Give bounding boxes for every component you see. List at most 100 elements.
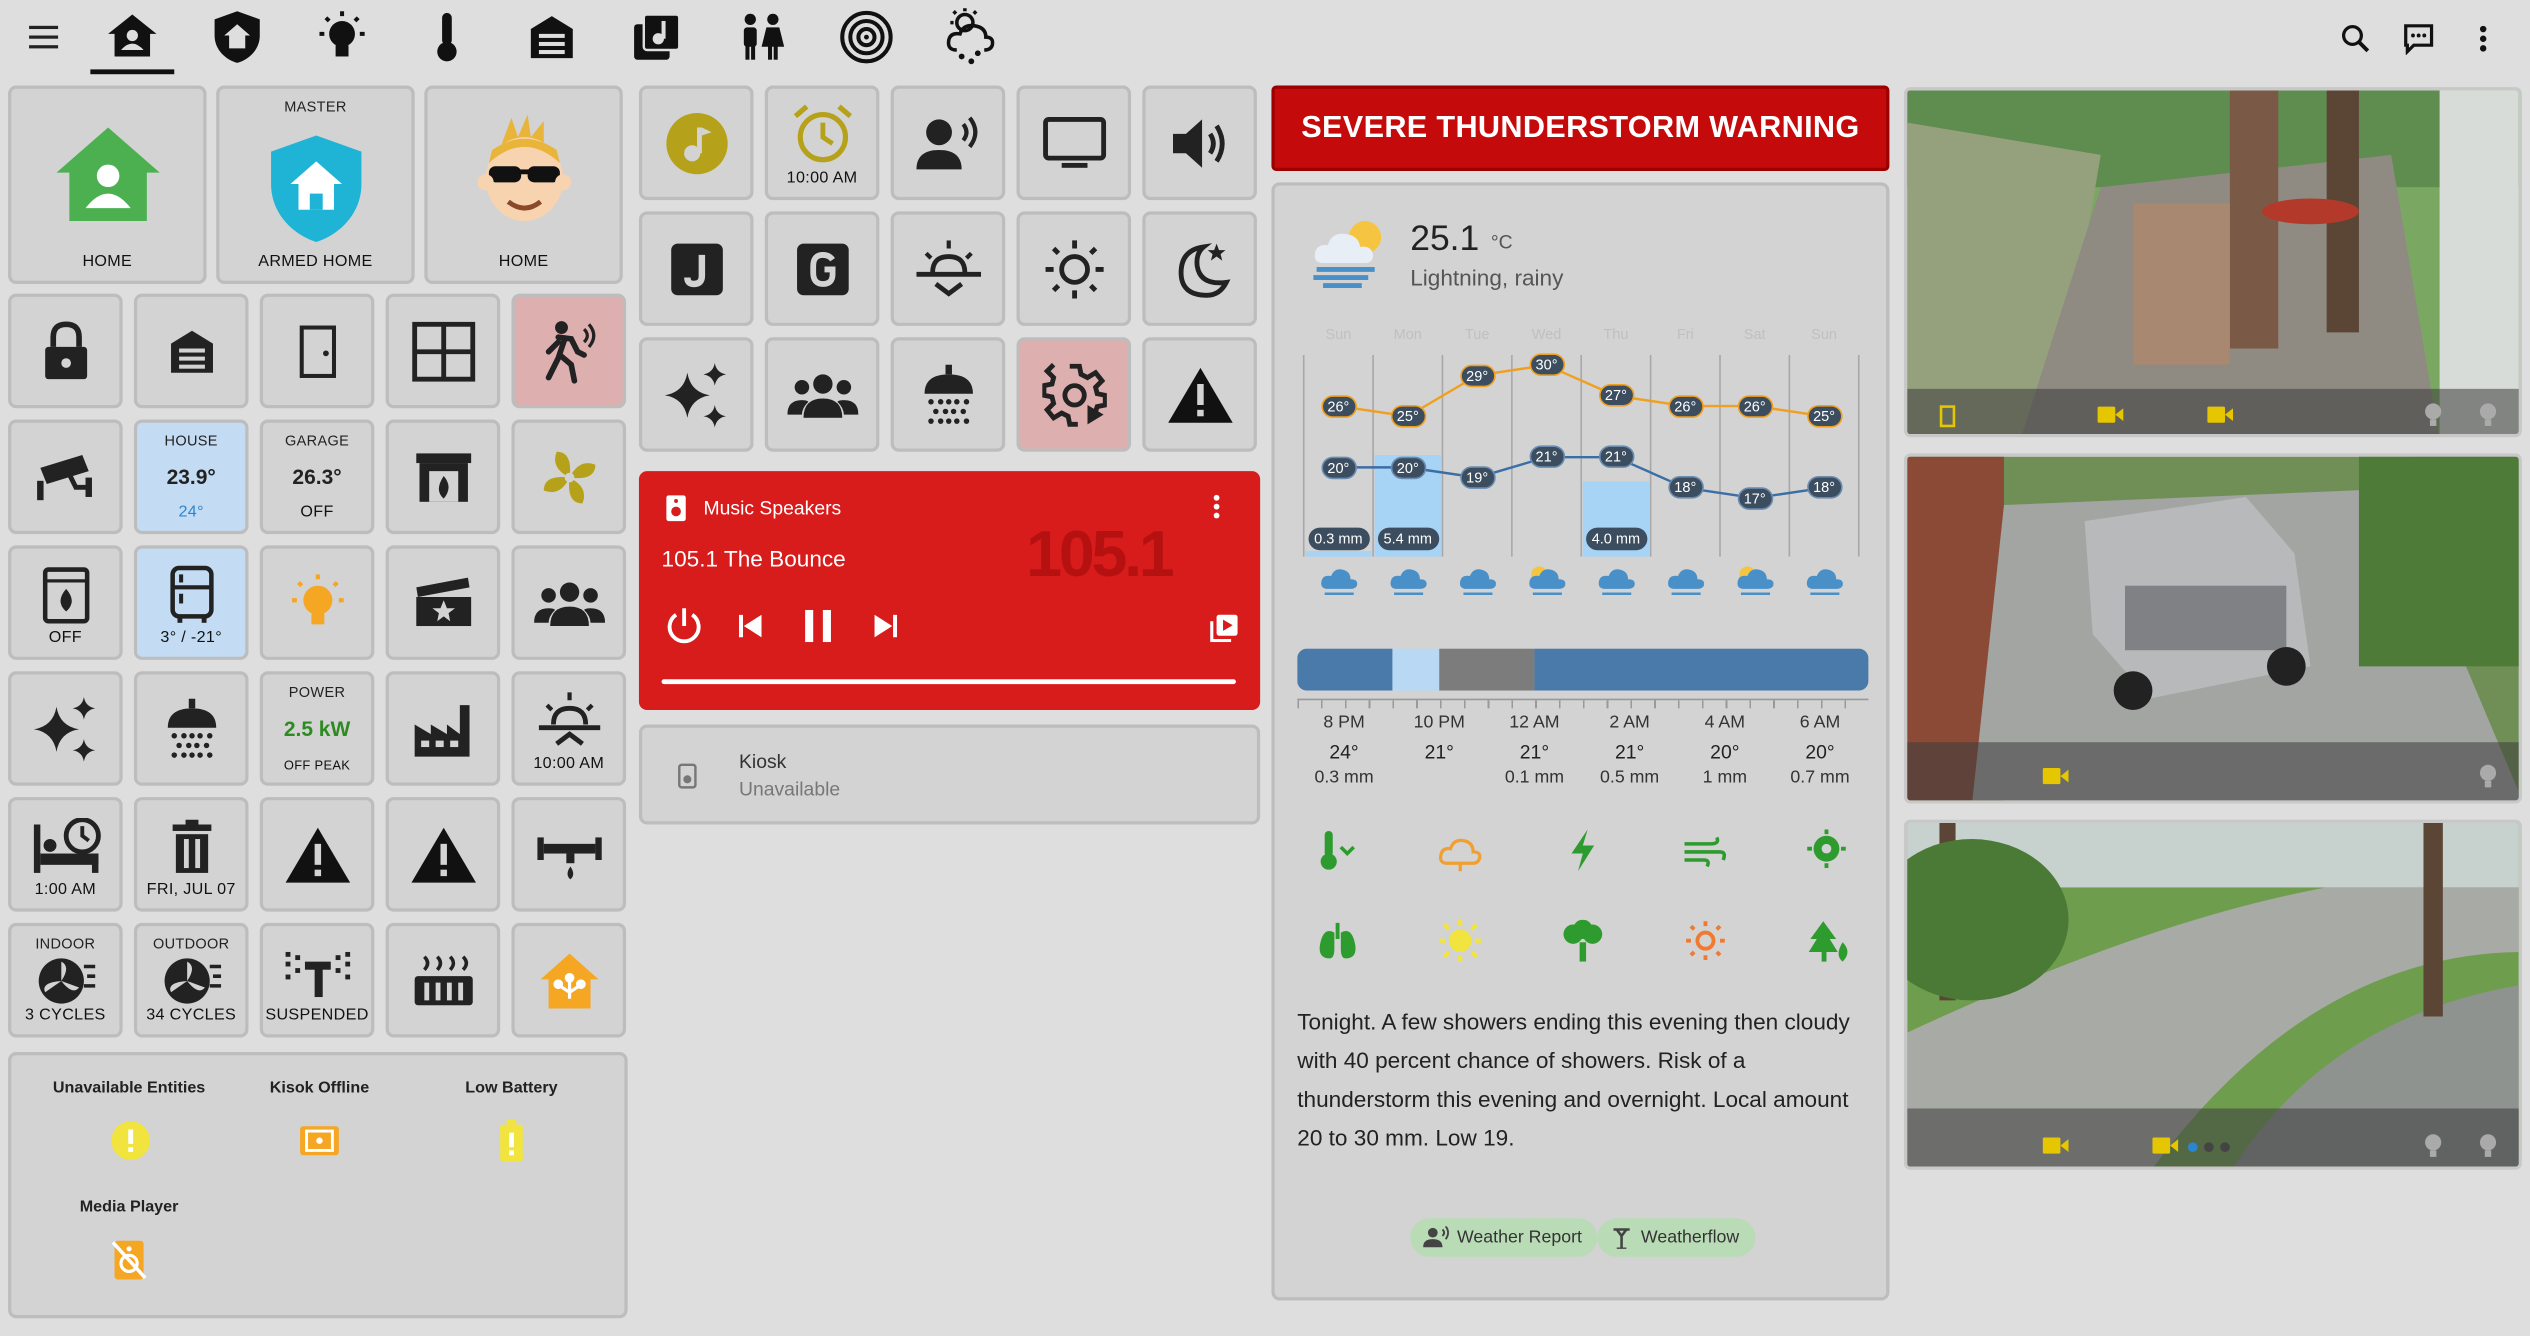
lightbulb-icon[interactable] (2478, 763, 2497, 789)
house-thermostat-tile[interactable]: HOUSE 23.9° 24° (133, 419, 249, 535)
tab-lights[interactable] (300, 0, 384, 74)
sun-horizon-tile[interactable] (890, 211, 1006, 326)
window-tile[interactable] (385, 293, 501, 409)
camera-tile[interactable] (8, 419, 123, 535)
home-mode-tile[interactable]: HOME (8, 85, 207, 284)
garage-thermostat-tile[interactable]: GARAGE 26.3° OFF (259, 419, 375, 535)
factory-tile[interactable] (385, 671, 501, 786)
tablet-icon[interactable] (298, 1125, 340, 1157)
water-valve-tile[interactable] (511, 797, 627, 912)
carousel-dots[interactable] (2187, 1142, 2230, 1153)
skip-next-icon[interactable] (874, 614, 898, 638)
tab-home[interactable] (90, 0, 175, 75)
washer-tile[interactable]: OFF (8, 545, 123, 660)
night-tile[interactable] (1142, 211, 1257, 326)
shower-tile[interactable] (890, 337, 1006, 452)
camera-front-yard[interactable] (1903, 819, 2522, 1170)
brightness-tile[interactable] (1016, 211, 1132, 326)
play-box-multiple-icon[interactable] (1210, 613, 1239, 643)
hourly-time: 10 PM (1413, 713, 1465, 733)
alert-tile[interactable] (385, 797, 501, 912)
hourly-precip: 0.3 mm (1314, 768, 1374, 788)
radiator-tile[interactable] (385, 922, 501, 1038)
tab-people[interactable] (720, 0, 804, 74)
j-scene-tile[interactable] (638, 211, 754, 326)
alert-tile[interactable] (1142, 337, 1257, 452)
trash-tile[interactable]: FRI, JUL 07 (133, 797, 249, 912)
fireplace-tile[interactable] (385, 419, 501, 535)
battery-alert-icon[interactable] (499, 1119, 525, 1162)
alarm-panel-tile[interactable]: MASTER ARMED HOME (216, 85, 415, 284)
overflow-menu-icon[interactable] (2461, 16, 2506, 61)
overflow-menu-icon[interactable] (1212, 494, 1222, 520)
tab-garage[interactable] (510, 0, 594, 74)
shower-tile[interactable] (133, 671, 249, 786)
automation-tile[interactable] (1016, 337, 1132, 452)
camera-driveway[interactable] (1903, 453, 2522, 804)
lightbulb-icon[interactable] (2423, 402, 2442, 428)
door-tile[interactable] (259, 293, 375, 409)
motion-tile[interactable] (511, 293, 627, 409)
music-tile[interactable] (638, 85, 754, 201)
voice-tile[interactable] (890, 85, 1006, 201)
movie-scene-tile[interactable] (385, 545, 501, 660)
sunrise-tile[interactable]: 10:00 AM (511, 671, 627, 786)
video-icon[interactable] (2097, 405, 2124, 424)
precipitation-label: 5.4 mm (1377, 527, 1439, 551)
g-scene-tile[interactable] (764, 211, 880, 326)
media-progress-bar[interactable] (661, 679, 1236, 685)
tab-speakers[interactable] (824, 0, 908, 74)
lightbulb-icon[interactable] (2423, 1133, 2442, 1159)
video-icon[interactable] (2207, 405, 2234, 424)
video-icon[interactable] (2152, 1136, 2179, 1155)
alert-tile[interactable] (259, 797, 375, 912)
lamp-tile[interactable] (259, 545, 375, 660)
tab-security[interactable] (195, 0, 279, 74)
bed-alarm-tile[interactable]: 1:00 AM (8, 797, 123, 912)
menu-icon[interactable] (3, 0, 87, 74)
family-tile[interactable] (764, 337, 880, 452)
wake-alarm-tile[interactable]: 10:00 AM (764, 85, 880, 201)
person-tile[interactable]: HOME (424, 85, 623, 284)
volume-tile[interactable] (1142, 85, 1257, 201)
scene-tile[interactable] (8, 671, 123, 786)
fan-tile[interactable] (511, 419, 627, 535)
garage-door-tile[interactable] (133, 293, 249, 409)
sprinkler-tile[interactable]: SUSPENDED (259, 922, 375, 1038)
hourly-ticks (1297, 698, 1869, 709)
speaker-off-icon[interactable] (111, 1239, 147, 1281)
lightbulb-icon[interactable] (2478, 1133, 2497, 1159)
outdoor-filter-tile[interactable]: OUTDOOR 34 CYCLES (133, 922, 249, 1038)
day-label: Sun (1811, 325, 1837, 343)
tab-media[interactable] (615, 0, 699, 74)
video-icon[interactable] (2042, 766, 2069, 785)
severe-weather-alert[interactable]: SEVERE THUNDERSTORM WARNING (1271, 85, 1890, 172)
tab-weather[interactable] (929, 0, 1013, 74)
family-tile[interactable] (511, 545, 627, 660)
home-automation-tile[interactable] (511, 922, 627, 1038)
tab-climate[interactable] (405, 0, 489, 74)
low-temperature-label: 17° (1736, 486, 1773, 510)
assist-chat-icon[interactable] (2396, 16, 2441, 61)
lightbulb-icon[interactable] (2478, 402, 2497, 428)
indoor-filter-tile[interactable]: INDOOR 3 CYCLES (8, 922, 123, 1038)
alert-circle-icon[interactable] (110, 1120, 152, 1162)
door-icon[interactable] (1939, 405, 1956, 428)
music-library-icon (631, 11, 683, 63)
power-icon[interactable] (665, 607, 704, 646)
camera-front-porch[interactable] (1903, 87, 2522, 438)
weatherflow-chip[interactable]: Weatherflow (1597, 1218, 1756, 1257)
daily-chart-svg (1302, 354, 1860, 557)
lock-tile[interactable] (8, 293, 123, 409)
kiosk-player-card[interactable]: Kiosk Unavailable (638, 724, 1261, 825)
skip-previous-icon[interactable] (738, 614, 762, 638)
tv-tile[interactable] (1016, 85, 1132, 201)
weather-report-chip[interactable]: Weather Report (1410, 1218, 1599, 1257)
weather-condition-icon (1526, 563, 1568, 598)
search-icon[interactable] (2333, 16, 2378, 61)
pause-icon[interactable] (804, 609, 833, 643)
video-icon[interactable] (2042, 1136, 2069, 1155)
power-tile[interactable]: POWER 2.5 kW OFF PEAK (259, 671, 375, 786)
fridge-tile[interactable]: 3° / -21° (133, 545, 249, 660)
scene-tile[interactable] (638, 337, 754, 452)
